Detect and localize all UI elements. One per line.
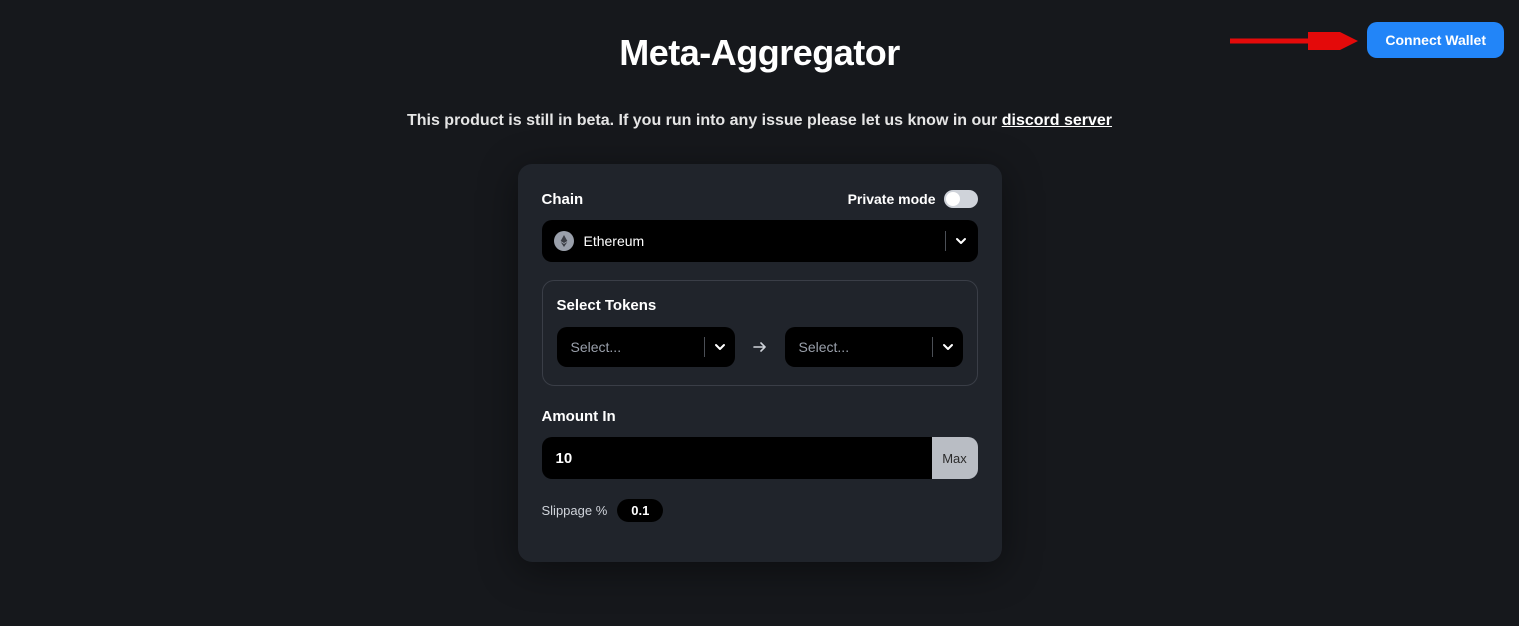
chain-selected-name: Ethereum	[584, 233, 937, 249]
slippage-value[interactable]: 0.1	[617, 499, 663, 522]
max-button[interactable]: Max	[932, 437, 978, 479]
token-from-select[interactable]: Select...	[557, 327, 735, 367]
divider	[932, 337, 933, 357]
ethereum-icon	[554, 231, 574, 251]
arrow-right-icon	[749, 336, 771, 358]
divider	[704, 337, 705, 357]
page-title: Meta-Aggregator	[0, 32, 1519, 74]
amount-in-input[interactable]	[542, 437, 932, 479]
private-mode-label: Private mode	[848, 191, 936, 207]
beta-notice-text: This product is still in beta. If you ru…	[407, 112, 1002, 129]
amount-in-label: Amount In	[542, 408, 978, 425]
chevron-down-icon	[713, 340, 727, 354]
chain-label: Chain	[542, 191, 584, 208]
chain-select[interactable]: Ethereum	[542, 220, 978, 262]
token-to-select[interactable]: Select...	[785, 327, 963, 367]
beta-notice: This product is still in beta. If you ru…	[0, 112, 1519, 130]
token-to-placeholder: Select...	[799, 339, 924, 355]
swap-card: Chain Private mode Ethereum Select Token…	[518, 164, 1002, 562]
slippage-label: Slippage %	[542, 503, 608, 518]
private-mode-toggle[interactable]	[944, 190, 978, 208]
select-tokens-panel: Select Tokens Select... Select...	[542, 280, 978, 386]
token-from-placeholder: Select...	[571, 339, 696, 355]
discord-link[interactable]: discord server	[1002, 112, 1112, 129]
chevron-down-icon	[941, 340, 955, 354]
divider	[945, 231, 946, 251]
select-tokens-label: Select Tokens	[557, 297, 657, 314]
chevron-down-icon	[954, 234, 968, 248]
